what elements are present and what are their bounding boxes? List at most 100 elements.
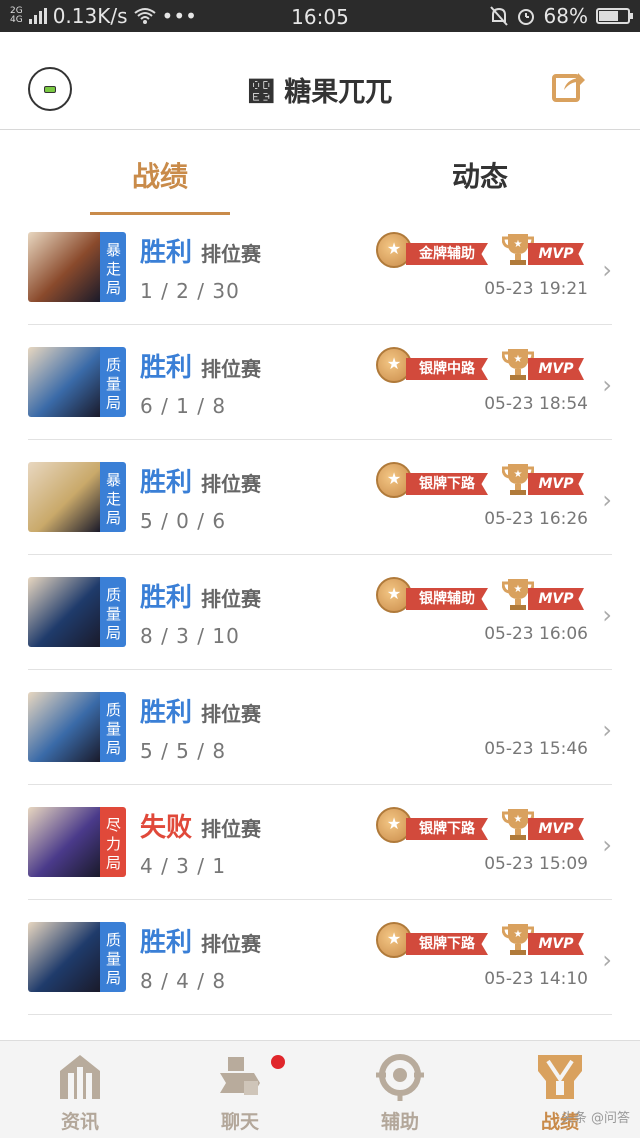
share-icon[interactable] xyxy=(552,68,586,102)
match-result: 胜利 xyxy=(140,698,193,728)
hero-avatar: 暴走局 xyxy=(28,232,126,302)
hero-portrait xyxy=(28,922,100,992)
tab-activity[interactable]: 动态 xyxy=(320,131,640,217)
nav-item-news[interactable]: 资讯 xyxy=(0,1041,160,1138)
medal-label: 银牌下路 xyxy=(406,818,488,840)
network-type: 2G 4G xyxy=(10,7,23,25)
match-mode-badge: 质量局 xyxy=(100,347,126,417)
mvp-badge: ★ MVP xyxy=(500,347,610,385)
alarm-icon xyxy=(517,9,534,25)
hero-portrait xyxy=(28,807,100,877)
svg-text:★: ★ xyxy=(514,929,523,940)
match-result: 胜利 xyxy=(140,468,193,498)
network-speed: 0.13K/s xyxy=(52,4,128,28)
match-type: 排位赛 xyxy=(201,817,261,841)
hero-avatar: 暴走局 xyxy=(28,462,126,532)
chevron-right-icon: › xyxy=(602,601,612,629)
match-row[interactable]: 尽力局失败排位赛 4 / 3 / 1 银牌下路 ★ MVP 05-23 15:09 › xyxy=(28,785,612,900)
mvp-label: MVP xyxy=(528,358,584,380)
hero-portrait xyxy=(28,692,100,762)
match-time: 05-23 19:21 xyxy=(484,279,588,299)
match-type: 排位赛 xyxy=(201,472,261,496)
nav-label: 辅助 xyxy=(380,1111,419,1133)
medal-label: 银牌辅助 xyxy=(406,588,488,610)
match-mode-badge: 暴走局 xyxy=(100,232,126,302)
kda-score: 1 / 2 / 30 xyxy=(140,279,240,303)
hero-avatar: 质量局 xyxy=(28,922,126,992)
assist-icon xyxy=(374,1051,426,1103)
match-mode-badge: 质量局 xyxy=(100,922,126,992)
news-icon xyxy=(54,1051,106,1103)
record-icon xyxy=(534,1051,586,1103)
match-time: 05-23 18:54 xyxy=(484,394,588,414)
hero-avatar: 尽力局 xyxy=(28,807,126,877)
match-type: 排位赛 xyxy=(201,357,261,381)
chat-icon xyxy=(214,1051,266,1103)
nav-item-assist[interactable]: 辅助 xyxy=(320,1041,480,1138)
chevron-right-icon: › xyxy=(602,371,612,399)
match-list: 暴走局胜利排位赛1 / 2 / 30金牌辅助★MVP05-23 19:21›质量… xyxy=(0,210,640,1015)
watermark: 头条 @问答 xyxy=(560,1111,630,1126)
kda-score: 8 / 4 / 8 xyxy=(140,969,227,993)
kda-score: 4 / 3 / 1 xyxy=(140,854,227,878)
match-time: 05-23 16:06 xyxy=(484,624,588,644)
chevron-right-icon: › xyxy=(602,946,612,974)
mvp-label: MVP xyxy=(528,933,584,955)
mvp-badge: ★ MVP xyxy=(500,922,610,960)
match-row[interactable]: 质量局胜利排位赛 8 / 4 / 8 银牌下路 ★ MVP 05-23 14:10 › xyxy=(28,900,612,1015)
wifi-icon xyxy=(133,8,156,24)
match-time: 05-23 14:10 xyxy=(484,969,588,989)
mvp-label: MVP xyxy=(528,588,584,610)
match-mode-badge: 质量局 xyxy=(100,577,126,647)
hero-portrait xyxy=(28,232,100,302)
battery-icon xyxy=(596,8,633,24)
nav-item-record[interactable]: 战绩 头条 @问答 xyxy=(480,1041,640,1138)
mvp-badge: ★ MVP xyxy=(500,577,610,615)
battery-percent: 68% xyxy=(543,4,588,28)
hero-avatar: 质量局 xyxy=(28,577,126,647)
kda-score: 5 / 5 / 8 xyxy=(140,739,227,763)
signal-icon xyxy=(28,8,47,24)
match-row[interactable]: 暴走局胜利排位赛 5 / 0 / 6 银牌下路 ★ MVP 05-23 16:26 › xyxy=(28,440,612,555)
notification-dot xyxy=(271,1055,285,1069)
chevron-right-icon: › xyxy=(602,716,612,744)
chevron-right-icon: › xyxy=(602,486,612,514)
tab-bar: 战绩 动态 xyxy=(0,131,640,217)
hero-portrait xyxy=(28,347,100,417)
network-bottom-label: 4G xyxy=(10,15,23,25)
medal-label: 银牌中路 xyxy=(406,358,488,380)
svg-text:★: ★ xyxy=(514,814,523,825)
match-row[interactable]: 质量局胜利排位赛 8 / 3 / 10 银牌辅助 ★ MVP 05-23 16:06 › xyxy=(28,555,612,670)
hero-avatar: 质量局 xyxy=(28,692,126,762)
match-type: 排位赛 xyxy=(201,587,261,611)
battery-fill xyxy=(599,11,619,21)
match-result: 胜利 xyxy=(140,928,193,958)
tab-records[interactable]: 战绩 xyxy=(0,131,320,217)
match-row[interactable]: 暴走局胜利排位赛 1 / 2 / 30 金牌辅助 ★ MVP 05-23 19:21 › xyxy=(28,210,612,325)
match-result: 胜利 xyxy=(140,353,193,383)
match-mode-badge: 尽力局 xyxy=(100,807,126,877)
kda-score: 8 / 3 / 10 xyxy=(140,624,240,648)
match-row[interactable]: 质量局 胜利 排位赛 5 / 5 / 8 05-23 15:46 › xyxy=(28,670,612,785)
medal-label: 金牌辅助 xyxy=(406,243,488,265)
match-type: 排位赛 xyxy=(201,242,261,266)
nav-label: 聊天 xyxy=(220,1111,259,1133)
match-type: 排位赛 xyxy=(201,932,261,956)
match-result: 失败 xyxy=(140,813,193,843)
mvp-label: MVP xyxy=(528,243,584,265)
chevron-right-icon: › xyxy=(602,831,612,859)
hero-avatar: 质量局 xyxy=(28,347,126,417)
hero-portrait xyxy=(28,577,100,647)
match-time: 05-23 16:26 xyxy=(484,509,588,529)
match-mode-badge: 质量局 xyxy=(100,692,126,762)
screen: 2G 4G 0.13K/s ••• 16:05 xyxy=(0,0,640,1138)
medal-label: 银牌下路 xyxy=(406,933,488,955)
mvp-label: MVP xyxy=(528,473,584,495)
nav-item-chat[interactable]: 聊天 xyxy=(160,1041,320,1138)
match-time: 05-23 15:09 xyxy=(484,854,588,874)
svg-text:★: ★ xyxy=(514,469,523,480)
mute-icon xyxy=(489,6,508,26)
match-type: 排位赛 xyxy=(201,702,261,726)
kda-score: 5 / 0 / 6 xyxy=(140,509,227,533)
match-row[interactable]: 质量局胜利排位赛 6 / 1 / 8 银牌中路 ★ MVP 05-23 18:54 › xyxy=(28,325,612,440)
